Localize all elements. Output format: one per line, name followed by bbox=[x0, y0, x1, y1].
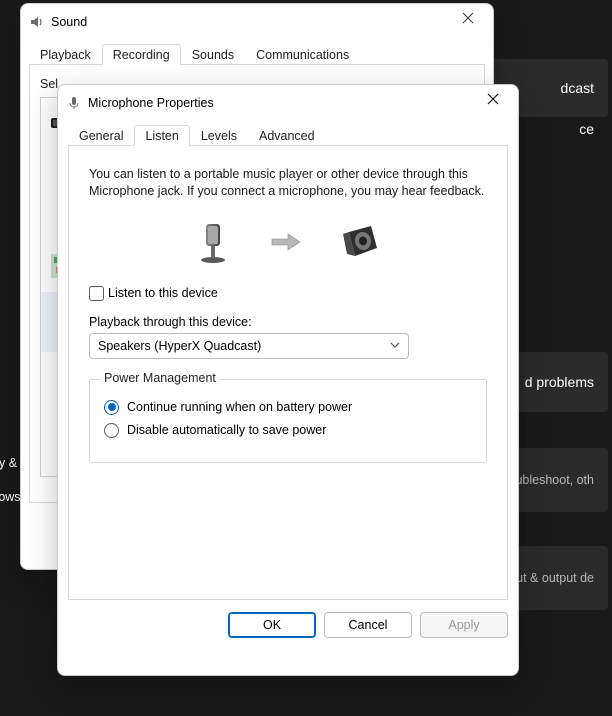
props-tabcontent: You can listen to a portable music playe… bbox=[68, 146, 508, 600]
tab-communications[interactable]: Communications bbox=[245, 44, 360, 65]
props-tabstrip: General Listen Levels Advanced bbox=[68, 121, 508, 146]
tab-playback[interactable]: Playback bbox=[29, 44, 102, 65]
pm-option-continue[interactable]: Continue running when on battery power bbox=[104, 400, 472, 415]
close-icon bbox=[462, 12, 474, 27]
playback-device-value: Speakers (HyperX Quadcast) bbox=[98, 339, 261, 353]
listen-checkbox-row[interactable]: Listen to this device bbox=[89, 286, 487, 301]
props-title: Microphone Properties bbox=[88, 96, 214, 110]
close-icon bbox=[487, 93, 499, 108]
bg-text: ce bbox=[579, 121, 594, 137]
pm-option-continue-label: Continue running when on battery power bbox=[127, 400, 352, 414]
playback-device-label: Playback through this device: bbox=[89, 315, 487, 329]
sound-tabstrip: Playback Recording Sounds Communications bbox=[29, 40, 485, 65]
tab-levels[interactable]: Levels bbox=[190, 125, 248, 146]
apply-button: Apply bbox=[420, 612, 508, 638]
ok-button[interactable]: OK bbox=[228, 612, 316, 638]
sound-titlebar[interactable]: Sound bbox=[21, 4, 493, 40]
bg-text: ubleshoot, oth bbox=[515, 473, 594, 487]
listen-illustration bbox=[89, 220, 487, 268]
playback-device-select[interactable]: Speakers (HyperX Quadcast) bbox=[89, 333, 409, 359]
tab-recording[interactable]: Recording bbox=[102, 44, 181, 65]
tab-listen[interactable]: Listen bbox=[134, 125, 189, 146]
sound-title: Sound bbox=[51, 15, 87, 29]
pm-option-disable[interactable]: Disable automatically to save power bbox=[104, 423, 472, 438]
radio-disable[interactable] bbox=[104, 423, 119, 438]
chevron-down-icon bbox=[390, 339, 400, 353]
bg-text: ut & output de bbox=[516, 571, 594, 585]
tab-sounds[interactable]: Sounds bbox=[181, 44, 245, 65]
speaker-icon bbox=[29, 14, 45, 30]
radio-continue[interactable] bbox=[104, 400, 119, 415]
arrow-right-icon bbox=[271, 233, 301, 254]
close-button[interactable] bbox=[470, 85, 516, 115]
power-management-legend: Power Management bbox=[100, 371, 220, 385]
bg-text: dcast bbox=[561, 80, 594, 96]
listen-checkbox[interactable] bbox=[89, 286, 104, 301]
mic-device-icon bbox=[195, 220, 231, 267]
mic-properties-window: Microphone Properties General Listen Lev… bbox=[57, 84, 519, 676]
tab-advanced[interactable]: Advanced bbox=[248, 125, 326, 146]
close-button[interactable] bbox=[445, 4, 491, 34]
power-management-group: Power Management Continue running when o… bbox=[89, 379, 487, 463]
microphone-icon bbox=[66, 95, 82, 111]
props-body: General Listen Levels Advanced You can l… bbox=[58, 121, 518, 652]
tab-general[interactable]: General bbox=[68, 125, 134, 146]
pm-option-disable-label: Disable automatically to save power bbox=[127, 423, 326, 437]
bg-text: d problems bbox=[525, 374, 594, 390]
props-titlebar[interactable]: Microphone Properties bbox=[58, 85, 518, 121]
dialog-button-row: OK Cancel Apply bbox=[68, 612, 508, 638]
listen-checkbox-label: Listen to this device bbox=[108, 286, 218, 300]
cancel-button[interactable]: Cancel bbox=[324, 612, 412, 638]
speaker-device-icon bbox=[341, 222, 381, 265]
listen-description: You can listen to a portable music playe… bbox=[89, 166, 487, 200]
